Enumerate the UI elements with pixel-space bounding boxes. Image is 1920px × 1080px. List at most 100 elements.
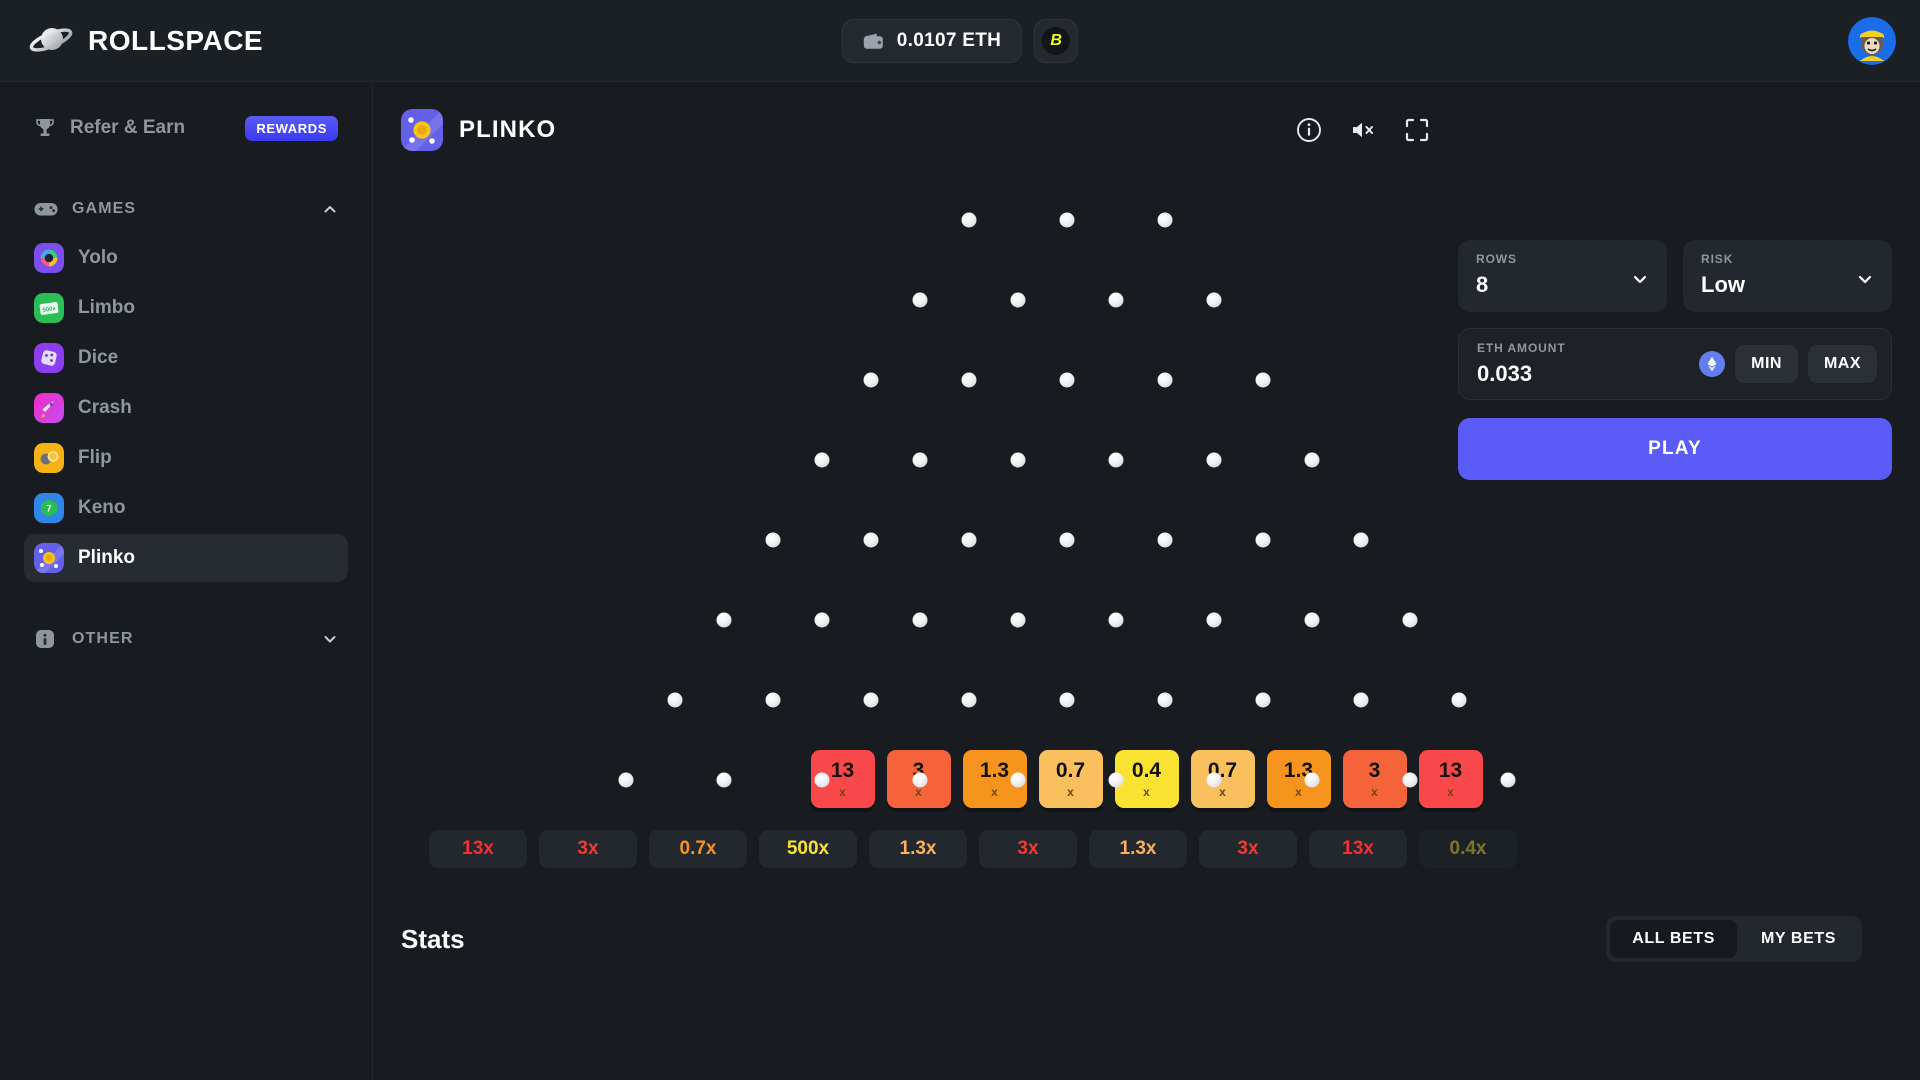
gamepad-icon (34, 198, 58, 220)
bet-history-strip: 13x 3x 0.7x 500x 1.3x 3x 1.3x 3x 13x 0.4x (401, 830, 1892, 868)
peg (1402, 613, 1417, 628)
fullscreen-icon[interactable] (1404, 117, 1430, 143)
sidebar-item-limbo[interactable]: 500x Limbo (24, 284, 348, 332)
games-section-title: GAMES (72, 200, 322, 218)
sidebar: Refer & Earn REWARDS GAMES (0, 82, 373, 1080)
risk-select[interactable]: RISK Low (1683, 240, 1892, 312)
spacer (24, 152, 348, 172)
peg (1304, 453, 1319, 468)
tab-my-bets[interactable]: MY BETS (1739, 920, 1858, 958)
history-pill[interactable]: 3x (979, 830, 1077, 868)
sidebar-item-label: Limbo (78, 297, 135, 319)
eth-amount-value[interactable]: 0.033 (1477, 361, 1699, 387)
sidebar-item-plinko[interactable]: Plinko (24, 534, 348, 582)
peg (765, 693, 780, 708)
peg (1059, 693, 1074, 708)
stats-section-header: Stats ALL BETS MY BETS (401, 916, 1892, 962)
max-button[interactable]: MAX (1808, 345, 1877, 383)
peg (912, 293, 927, 308)
peg (1353, 693, 1368, 708)
peg (1304, 773, 1319, 788)
limbo-game-icon: 500x (34, 293, 64, 323)
history-pill[interactable]: 1.3x (869, 830, 967, 868)
bucket-suffix: x (839, 786, 846, 798)
bucket-suffix: x (1067, 786, 1074, 798)
trophy-icon (34, 117, 56, 139)
avatar[interactable] (1848, 17, 1896, 65)
sidebar-section-other[interactable]: OTHER (24, 616, 348, 662)
game-controls-panel: ROWS 8 RISK Low (1458, 240, 1892, 480)
chevron-down-icon[interactable] (1631, 270, 1649, 288)
ethereum-icon (1699, 351, 1725, 377)
peg (1010, 293, 1025, 308)
game-header-tools (1296, 117, 1430, 143)
brand-logo-group[interactable]: ROLLSPACE (28, 18, 263, 64)
crash-game-icon (34, 393, 64, 423)
chevron-down-icon[interactable] (322, 631, 338, 647)
balance-pill[interactable]: 0.0107 ETH (842, 19, 1022, 63)
bucket-suffix: x (1143, 786, 1150, 798)
history-pill[interactable]: 0.4x (1419, 830, 1517, 868)
history-pill[interactable]: 3x (1199, 830, 1297, 868)
bucket-value: 13 (1439, 760, 1462, 781)
app-root: ROLLSPACE 0.0107 ETH B (0, 0, 1920, 1080)
play-button[interactable]: PLAY (1458, 418, 1892, 480)
wallet-icon (863, 32, 885, 50)
sidebar-item-label: Plinko (78, 547, 135, 569)
multiplier-bucket: 1.3x (1267, 750, 1331, 808)
chevron-up-icon[interactable] (322, 201, 338, 217)
spacer (24, 582, 348, 602)
peg (1059, 373, 1074, 388)
dice-game-icon (34, 343, 64, 373)
chevron-down-icon[interactable] (1856, 270, 1874, 288)
rows-select[interactable]: ROWS 8 (1458, 240, 1667, 312)
amount-actions: MIN MAX (1699, 345, 1877, 383)
history-pill[interactable]: 500x (759, 830, 857, 868)
svg-text:7: 7 (46, 504, 51, 514)
rewards-badge[interactable]: REWARDS (245, 116, 338, 141)
peg (1304, 613, 1319, 628)
bucket-suffix: x (1295, 786, 1302, 798)
selects-row: ROWS 8 RISK Low (1458, 240, 1892, 312)
peg (912, 613, 927, 628)
sidebar-item-crash[interactable]: Crash (24, 384, 348, 432)
history-pill[interactable]: 0.7x (649, 830, 747, 868)
sound-muted-icon[interactable] (1350, 117, 1376, 143)
peg (1255, 373, 1270, 388)
history-pill[interactable]: 13x (1309, 830, 1407, 868)
tab-all-bets[interactable]: ALL BETS (1610, 920, 1737, 958)
bucket-value: 0.4 (1132, 760, 1161, 781)
partner-badge-button[interactable]: B (1034, 19, 1078, 63)
flip-game-icon (34, 443, 64, 473)
plinko-game-icon (401, 109, 443, 151)
peg (1108, 773, 1123, 788)
sidebar-section-games[interactable]: GAMES (24, 186, 348, 232)
peg (961, 693, 976, 708)
bucket-suffix: x (915, 786, 922, 798)
peg (1157, 693, 1172, 708)
peg (1402, 773, 1417, 788)
bucket-suffix: x (1371, 786, 1378, 798)
history-pill[interactable]: 3x (539, 830, 637, 868)
peg (863, 693, 878, 708)
sidebar-item-keno[interactable]: 7 Keno (24, 484, 348, 532)
sidebar-item-dice[interactable]: Dice (24, 334, 348, 382)
info-icon[interactable] (1296, 117, 1322, 143)
peg (1157, 213, 1172, 228)
sidebar-item-flip[interactable]: Flip (24, 434, 348, 482)
bucket-value: 0.7 (1056, 760, 1085, 781)
brand-name: ROLLSPACE (88, 25, 263, 57)
peg (1157, 533, 1172, 548)
min-button[interactable]: MIN (1735, 345, 1798, 383)
peg (1010, 773, 1025, 788)
sidebar-item-label: Keno (78, 497, 126, 519)
bet-amount-field[interactable]: ETH AMOUNT 0.033 MIN MAX (1458, 328, 1892, 400)
history-pill[interactable]: 1.3x (1089, 830, 1187, 868)
multiplier-bucket: 3x (1343, 750, 1407, 808)
sidebar-item-yolo[interactable]: Yolo (24, 234, 348, 282)
bucket-value: 13 (831, 760, 854, 781)
sidebar-item-refer-and-earn[interactable]: Refer & Earn REWARDS (24, 104, 348, 152)
amount-text-group: ETH AMOUNT 0.033 (1477, 341, 1699, 387)
history-pill[interactable]: 13x (429, 830, 527, 868)
multiplier-bucket: 0.4 x (1115, 750, 1179, 808)
